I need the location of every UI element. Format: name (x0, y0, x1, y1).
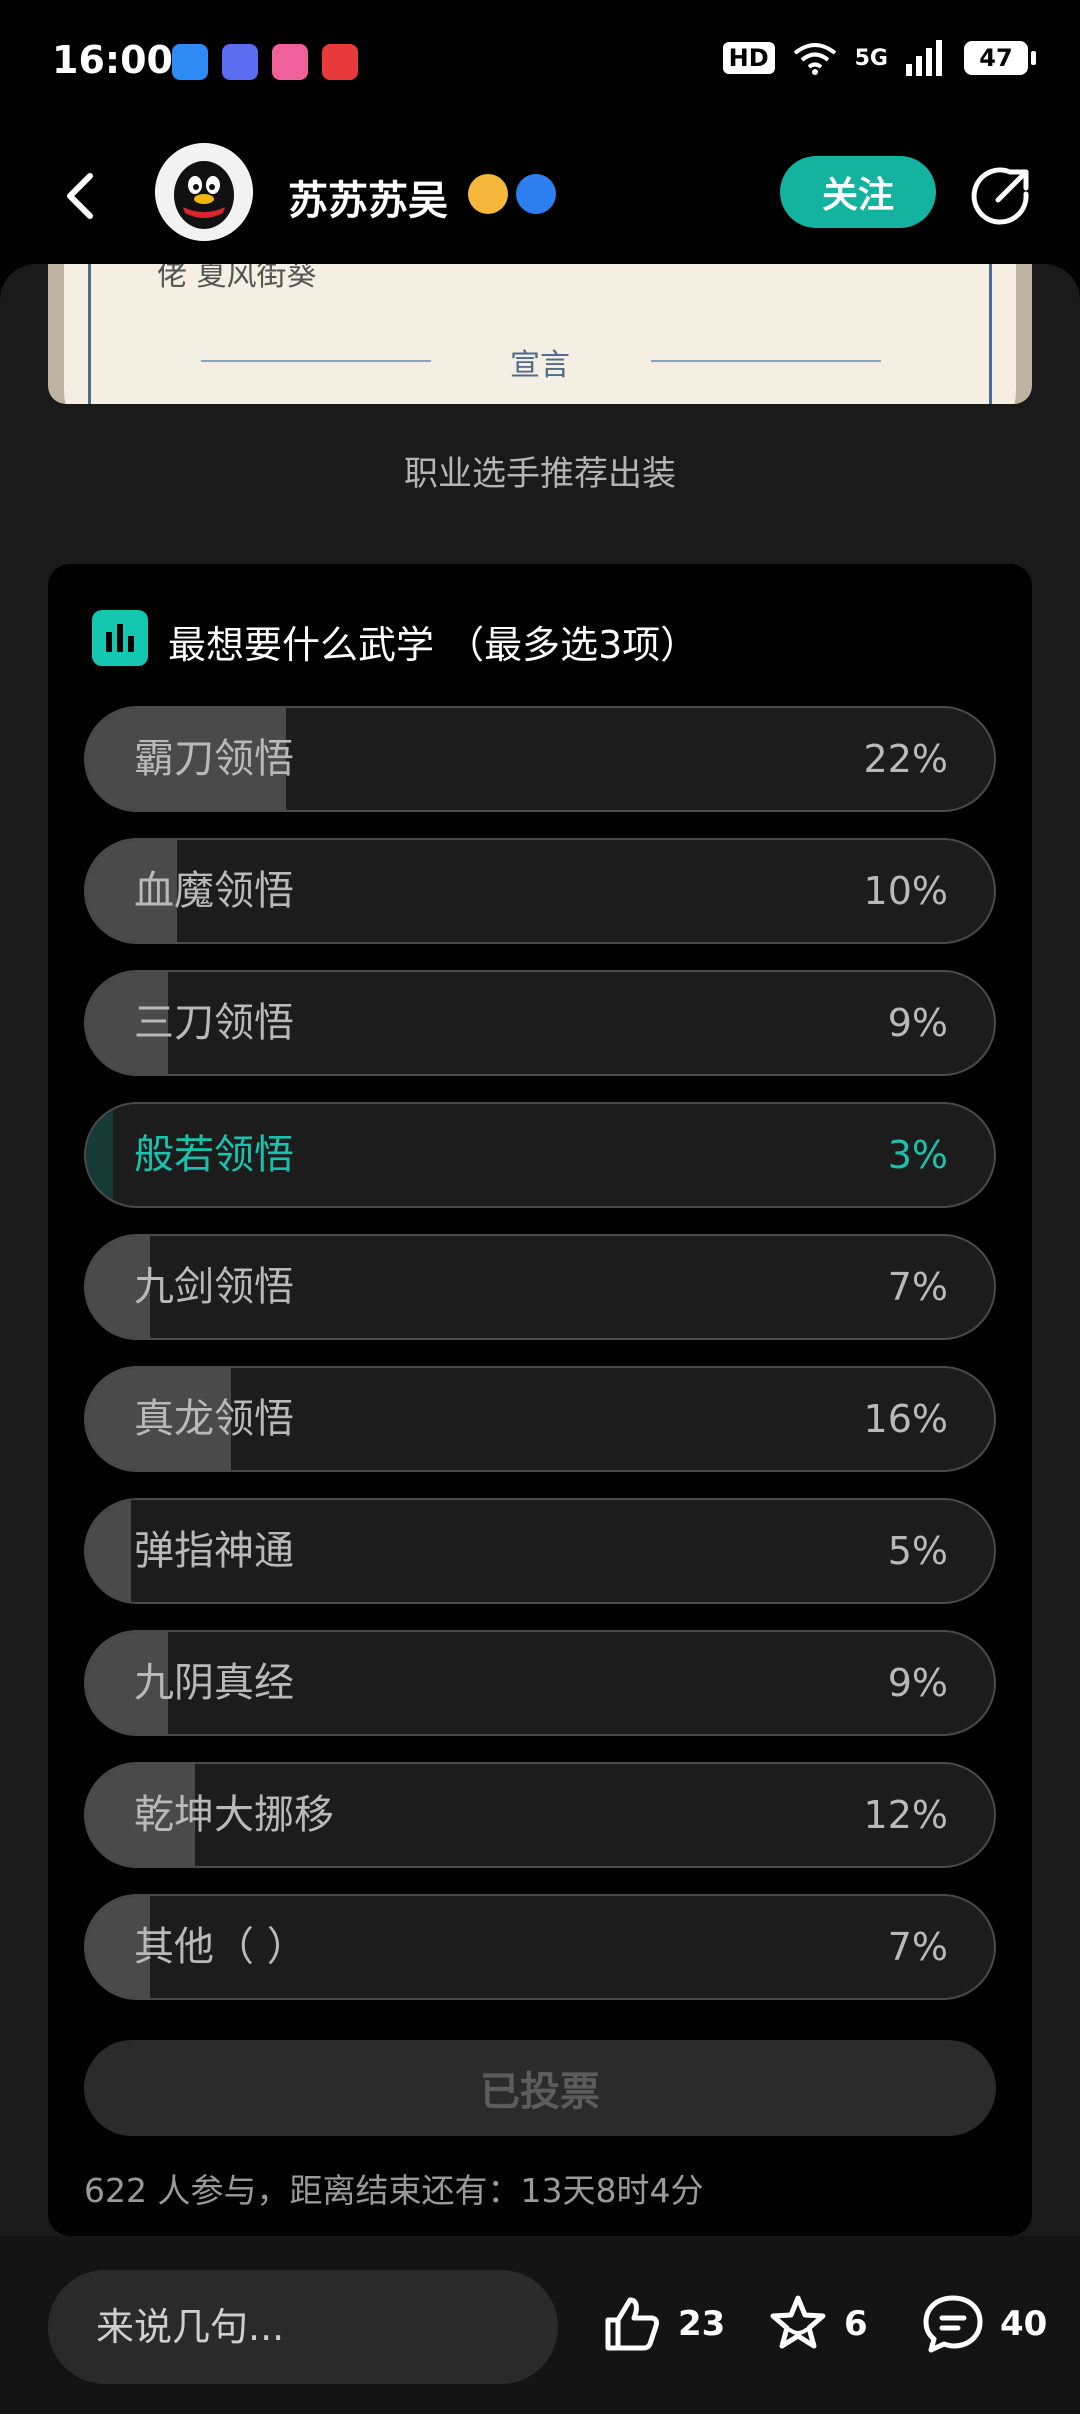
status-app-icons (172, 44, 358, 80)
poll-option[interactable]: 乾坤大挪移 12% (84, 1762, 996, 1868)
toutiao-icon (322, 44, 358, 80)
poll-card: 最想要什么武学 （最多选3项） 霸刀领悟 22% 血魔领悟 10% 三刀领悟 9% 般若领悟… (48, 564, 1032, 2236)
poll-title: 最想要什么武学 （最多选3项） (168, 623, 699, 667)
game-badge-icon (516, 174, 556, 214)
post-header: 苏苏苏吴 关注 (0, 128, 1080, 260)
poll-option[interactable]: 九剑领悟 7% (84, 1234, 996, 1340)
bilibili-icon (272, 44, 308, 80)
poll-option-percent: 16% (863, 1397, 948, 1441)
comment-button[interactable]: 40 (920, 2292, 1047, 2356)
image-caption: 职业选手推荐出装 (404, 454, 676, 494)
poll-option[interactable]: 弹指神通 5% (84, 1498, 996, 1604)
poll-option-label: 般若领悟 (134, 1132, 294, 1178)
comment-icon (923, 2295, 983, 2353)
poll-option-percent: 7% (887, 1265, 948, 1309)
share-icon[interactable] (970, 164, 1034, 228)
author-name[interactable]: 苏苏苏吴 (288, 168, 448, 226)
favorite-button[interactable]: 6 (766, 2292, 868, 2356)
tieba-icon (222, 44, 258, 80)
poll-option[interactable]: 三刀领悟 9% (84, 970, 996, 1076)
poll-option[interactable]: 真龙领悟 16% (84, 1366, 996, 1472)
poll-option-percent: 22% (863, 737, 948, 781)
poll-option-label: 霸刀领悟 (134, 736, 294, 782)
network-type: 5G (854, 45, 888, 71)
image-top-text: 佬 夏风街葵 (157, 264, 317, 293)
follow-button[interactable]: 关注 (780, 156, 936, 228)
poll-option-fill (86, 1500, 132, 1602)
poll-option-label: 三刀领悟 (134, 1000, 294, 1046)
poll-option[interactable]: 霸刀领悟 22% (84, 706, 996, 812)
post-image[interactable]: 佬 夏风街葵 宣言 (48, 264, 1032, 404)
poll-option-label: 真龙领悟 (134, 1396, 294, 1442)
status-indicators: HD 5G 47 (722, 40, 1036, 76)
poll-option-fill (86, 1104, 114, 1206)
poll-option-percent: 7% (887, 1925, 948, 1969)
image-frame: 佬 夏风街葵 宣言 (88, 264, 992, 404)
poll-option-percent: 12% (863, 1793, 948, 1837)
comment-input[interactable]: 来说几句... (48, 2270, 558, 2384)
status-bar: 16:00 HD 5G 47 (0, 0, 1080, 128)
poll-option-percent: 9% (887, 1001, 948, 1045)
poll-option[interactable]: 般若领悟 3% (84, 1102, 996, 1208)
image-title: 宣言 (510, 348, 570, 383)
poll-option-percent: 9% (887, 1661, 948, 1705)
avatar[interactable] (155, 143, 253, 241)
poll-option-percent: 5% (887, 1529, 948, 1573)
voted-button: 已投票 (84, 2040, 996, 2136)
favorite-count: 6 (844, 2304, 868, 2344)
poll-option-label: 弹指神通 (134, 1528, 294, 1574)
poll-option-label: 乾坤大挪移 (134, 1792, 334, 1838)
post-content: 佬 夏风街葵 宣言 职业选手推荐出装 最想要什么武学 （最多选3项） 霸刀领悟 2… (0, 264, 1080, 2236)
like-button[interactable]: 23 (600, 2292, 725, 2356)
comment-placeholder: 来说几句... (96, 2305, 285, 2349)
like-count: 23 (678, 2304, 726, 2344)
wifi-icon (793, 43, 836, 75)
poll-chart-icon (92, 610, 148, 666)
poll-option[interactable]: 其他（ ） 7% (84, 1894, 996, 2000)
image-divider-right (651, 360, 881, 362)
poll-option-label: 血魔领悟 (134, 868, 294, 914)
poll-option[interactable]: 血魔领悟 10% (84, 838, 996, 944)
back-icon[interactable] (52, 166, 112, 226)
penguin-avatar-icon (155, 143, 253, 241)
poll-option-percent: 10% (863, 869, 948, 913)
hd-icon: HD (722, 42, 775, 74)
blue-app-icon (172, 44, 208, 80)
signal-icon (906, 40, 942, 76)
poll-option-percent: 3% (887, 1133, 948, 1177)
status-time: 16:00 (52, 38, 173, 82)
star-icon (770, 2295, 826, 2349)
level-badge-icon (468, 174, 508, 214)
poll-footer: 622 人参与，距离结束还有：13天8时4分 (84, 2171, 704, 2210)
bottom-action-bar: 来说几句... 23 6 40 (0, 2236, 1080, 2414)
poll-option-label: 其他（ ） (134, 1924, 307, 1970)
poll-option-label: 九阴真经 (134, 1660, 294, 1706)
poll-option-label: 九剑领悟 (134, 1264, 294, 1310)
thumbs-up-icon (605, 2297, 659, 2351)
poll-option[interactable]: 九阴真经 9% (84, 1630, 996, 1736)
battery-icon: 47 (964, 41, 1036, 75)
comment-count: 40 (1000, 2304, 1048, 2344)
